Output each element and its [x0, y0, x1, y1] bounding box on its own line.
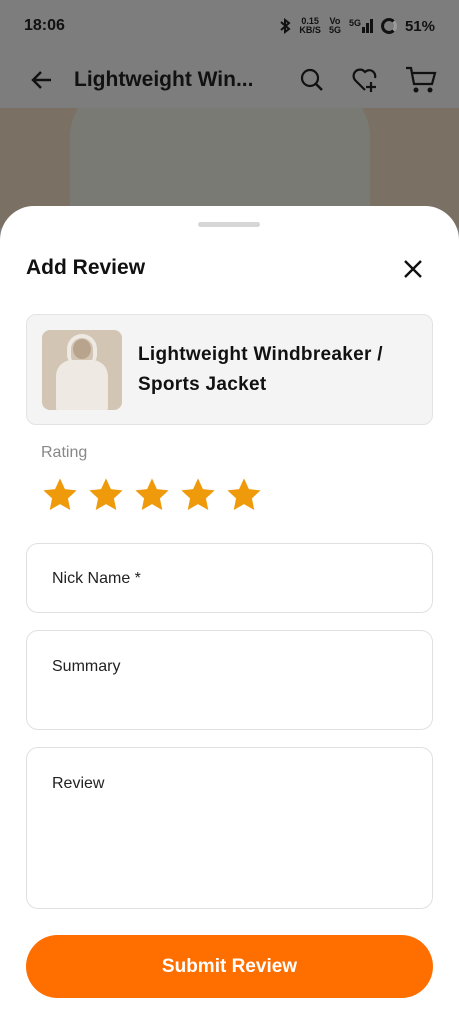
nick-name-field[interactable]: Nick Name * [26, 543, 433, 613]
bluetooth-icon [280, 18, 292, 34]
product-thumbnail [42, 329, 122, 410]
signal-label: 5G [348, 18, 361, 28]
product-summary-card: Lightweight Windbreaker / Sports Jacket [26, 314, 433, 425]
add-review-sheet: Add Review Lightweight Windbreaker / Spo… [0, 206, 459, 1024]
cart-icon[interactable] [405, 65, 437, 95]
status-indicators: 0.15 KB/S Vo 5G 5G 51% [279, 17, 435, 35]
close-button[interactable] [398, 254, 428, 284]
search-icon[interactable] [299, 67, 325, 93]
page-title: Lightweight Win... [74, 68, 254, 91]
sheet-drag-handle[interactable] [198, 222, 260, 227]
submit-review-button[interactable]: Submit Review [26, 935, 433, 998]
star-icon[interactable] [133, 476, 171, 514]
back-arrow-icon[interactable] [30, 68, 54, 92]
status-time: 18:06 [24, 17, 65, 34]
thumb-garment [56, 359, 108, 410]
review-placeholder: Review [52, 775, 105, 792]
nick-name-placeholder: Nick Name * [52, 570, 141, 587]
rating-label: Rating [41, 444, 88, 461]
thumb-face [73, 338, 91, 359]
close-icon [404, 260, 422, 278]
review-field[interactable]: Review [26, 747, 433, 909]
top-bar-actions [299, 65, 437, 95]
star-rating [41, 476, 263, 514]
add-to-wishlist-icon[interactable] [351, 67, 379, 93]
sheet-title: Add Review [26, 256, 146, 279]
star-icon[interactable] [41, 476, 79, 514]
star-icon[interactable] [225, 476, 263, 514]
network-speed-unit: KB/S [299, 25, 321, 35]
top-app-bar: Lightweight Win... [0, 52, 459, 108]
status-bar: 18:06 0.15 KB/S Vo 5G 5G 51% [0, 0, 459, 52]
summary-placeholder: Summary [52, 658, 121, 675]
volte-bottom: 5G [328, 25, 341, 35]
volte-indicator: Vo 5G [329, 17, 341, 35]
star-icon[interactable] [179, 476, 217, 514]
battery-icon [380, 18, 397, 34]
star-icon[interactable] [87, 476, 125, 514]
network-speed: 0.15 KB/S [299, 17, 321, 35]
summary-field[interactable]: Summary [26, 630, 433, 730]
battery-level: 51% [404, 17, 435, 35]
product-name: Lightweight Windbreaker / Sports Jacket [138, 343, 383, 395]
signal-icon: 5G [349, 19, 373, 33]
